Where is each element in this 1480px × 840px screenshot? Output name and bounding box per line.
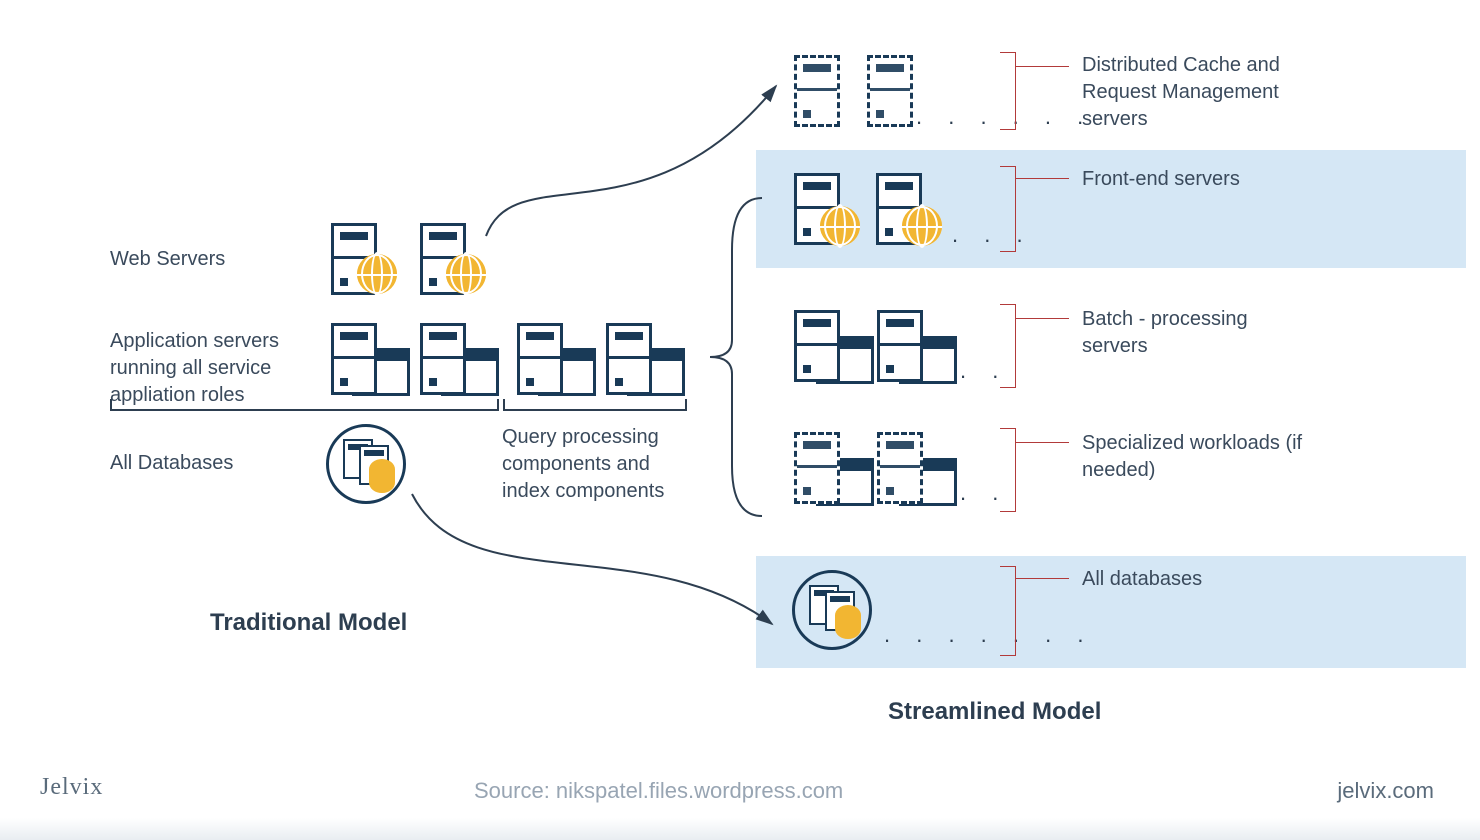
bracket-icon [110,399,499,411]
diagram-canvas: Web Servers Application servers running … [0,0,1480,840]
server-icon [331,323,377,395]
label-frontend: Front-end servers [1082,166,1302,193]
bracket-lead-icon [1015,178,1069,179]
globe-icon [820,206,860,246]
server-icon [606,323,652,395]
bracket-icon [1000,566,1016,656]
globe-icon [446,254,486,294]
globe-icon [357,254,397,294]
title-traditional: Traditional Model [210,607,407,639]
server-dashed-icon [794,55,840,127]
bracket-lead-icon [1015,578,1069,579]
bracket-icon [1000,304,1016,388]
label-web-servers: Web Servers [110,246,225,273]
ellipsis-icon: . . . [952,222,1033,248]
server-dashed-icon [877,432,923,504]
page-shadow [0,818,1480,840]
label-all-db-right: All databases [1082,566,1302,593]
source-attribution: Source: nikspatel.files.wordpress.com [474,778,843,804]
globe-icon [902,206,942,246]
server-icon [420,323,466,395]
server-icon [517,323,563,395]
label-distributed: Distributed Cache and Request Management… [1082,52,1312,133]
brand-logo: Jelvix [40,774,103,801]
label-all-databases: All Databases [110,450,233,477]
label-app-servers: Application servers running all service … [110,328,310,409]
ellipsis-icon: . . . . . . . [884,622,1093,648]
server-dashed-icon [794,432,840,504]
bracket-lead-icon [1015,318,1069,319]
label-batch: Batch - processing servers [1082,306,1302,360]
bracket-lead-icon [1015,442,1069,443]
label-specialized: Specialized workloads (if needed) [1082,430,1312,484]
database-cluster-icon [326,424,406,504]
title-streamlined: Streamlined Model [888,696,1101,728]
arrow-top-icon [476,76,796,246]
server-icon [794,310,840,382]
server-icon [877,310,923,382]
bracket-icon [1000,166,1016,252]
bracket-icon [1000,428,1016,512]
bracket-lead-icon [1015,66,1069,67]
database-cluster-icon [792,570,872,650]
server-dashed-icon [867,55,913,127]
bracket-icon [503,399,687,411]
arrow-bottom-icon [406,480,786,650]
site-url: jelvix.com [1337,778,1434,804]
bracket-icon [1000,52,1016,130]
